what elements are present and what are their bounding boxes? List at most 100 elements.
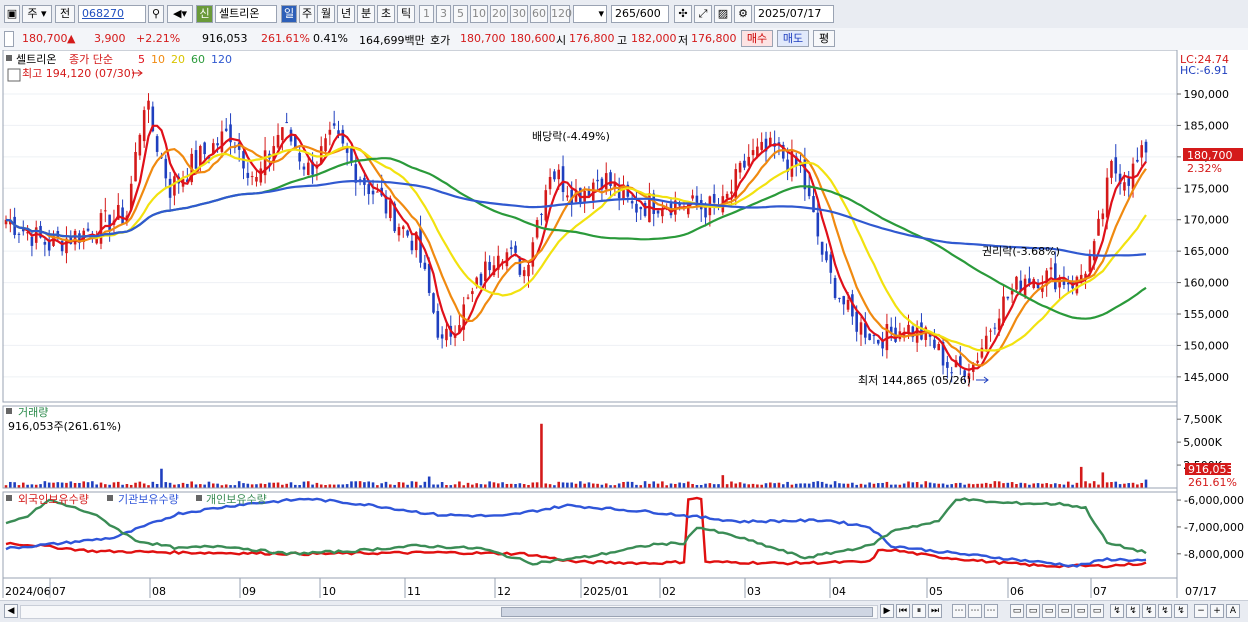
draw-icon[interactable]: ↯ bbox=[1142, 604, 1156, 618]
scroll-right-icon[interactable]: ▶ bbox=[880, 604, 894, 618]
count-20[interactable]: 20 bbox=[490, 5, 508, 23]
stock-chart[interactable]: 190,000185,000180,000175,000170,000165,0… bbox=[0, 50, 1248, 600]
scroll-track[interactable] bbox=[20, 605, 878, 619]
code-input[interactable]: 068270 bbox=[78, 5, 146, 23]
period-year[interactable]: 년 bbox=[337, 5, 355, 23]
calendar-icon[interactable] bbox=[7, 68, 21, 82]
draw-icon[interactable]: ↯ bbox=[1174, 604, 1188, 618]
price-tick-label: 160,000 bbox=[1184, 277, 1230, 290]
zoom-in-icon[interactable]: + bbox=[1210, 604, 1224, 618]
x-tick-label: 07 bbox=[52, 585, 66, 598]
volume-bar bbox=[557, 481, 561, 488]
draw-icon[interactable]: ↯ bbox=[1126, 604, 1140, 618]
window-icon[interactable]: ▭ bbox=[1074, 604, 1088, 618]
zoom-out-icon[interactable]: − bbox=[1194, 604, 1208, 618]
count-1[interactable]: 1 bbox=[419, 5, 434, 23]
window-icon[interactable]: ▭ bbox=[1026, 604, 1040, 618]
volume-bar bbox=[30, 484, 34, 488]
x-tick-label: 07/17 bbox=[1185, 585, 1217, 598]
scroll-thumb[interactable] bbox=[501, 607, 873, 617]
x-tick-label: 03 bbox=[747, 585, 761, 598]
volume-bar bbox=[246, 483, 250, 488]
period-minute[interactable]: 분 bbox=[357, 5, 375, 23]
view-count-field[interactable]: 265/600 bbox=[611, 5, 669, 23]
volume-bar bbox=[168, 482, 172, 488]
volume-bar bbox=[363, 482, 366, 488]
volume-bar bbox=[604, 483, 608, 488]
average-button[interactable]: 평 bbox=[813, 30, 835, 47]
legend-marker-icon bbox=[6, 55, 12, 61]
legend-ma20: 20 bbox=[171, 53, 185, 66]
volume-bar bbox=[99, 482, 103, 488]
count-30[interactable]: 30 bbox=[510, 5, 528, 23]
stock-name-field[interactable]: 셀트리온 bbox=[215, 5, 277, 23]
speaker-icon[interactable]: ◀▾ bbox=[167, 5, 193, 23]
layout-icon[interactable]: ▣ bbox=[4, 5, 20, 23]
zoom-icon[interactable]: ⤢ bbox=[694, 5, 712, 23]
volume-bar bbox=[894, 484, 897, 488]
date-field[interactable]: 2025/07/17 bbox=[754, 5, 834, 23]
pause-icon[interactable]: ⏸ bbox=[912, 604, 926, 618]
period-week[interactable]: 주 bbox=[299, 5, 315, 23]
ask-price: 180,700 bbox=[460, 32, 506, 45]
holdings-tick-label: -8,000,000 bbox=[1184, 548, 1244, 561]
font-size-icon[interactable]: A bbox=[1226, 604, 1240, 618]
volume-bar bbox=[786, 481, 789, 488]
tool-icon[interactable]: ⋯ bbox=[968, 604, 982, 618]
crosshair-icon[interactable]: ✣ bbox=[674, 5, 692, 23]
scroll-left-icon[interactable]: ◀ bbox=[4, 604, 18, 618]
volume-bar bbox=[432, 484, 435, 488]
count-120[interactable]: 120 bbox=[550, 5, 572, 23]
volume-bar bbox=[1010, 482, 1014, 488]
jump-end-icon[interactable]: ⏭ bbox=[928, 604, 942, 618]
period-tick[interactable]: 틱 bbox=[397, 5, 415, 23]
period-second[interactable]: 초 bbox=[377, 5, 395, 23]
volume-bar bbox=[717, 484, 720, 488]
volume-bar bbox=[976, 483, 979, 488]
period-month[interactable]: 월 bbox=[317, 5, 335, 23]
tool-icon[interactable]: ⋯ bbox=[952, 604, 966, 618]
x-tick-label: 04 bbox=[832, 585, 846, 598]
volume-bar bbox=[1079, 466, 1083, 488]
volume-bar bbox=[807, 483, 811, 488]
view-count: 265 bbox=[615, 7, 636, 20]
volume-bar bbox=[864, 484, 867, 488]
volume-bar bbox=[155, 483, 159, 488]
sell-button[interactable]: 매도 bbox=[777, 30, 809, 47]
tool-icon[interactable]: ⋯ bbox=[984, 604, 998, 618]
draw-icon[interactable]: ↯ bbox=[1158, 604, 1172, 618]
annotation-high: 최고 194,120 (07/30) bbox=[22, 67, 135, 80]
count-5[interactable]: 5 bbox=[453, 5, 468, 23]
volume-bar bbox=[933, 483, 936, 488]
volume-bar bbox=[626, 481, 630, 488]
count-3[interactable]: 3 bbox=[436, 5, 451, 23]
window-icon[interactable]: ▭ bbox=[1058, 604, 1072, 618]
volume-bar bbox=[194, 484, 198, 488]
count-dropdown[interactable]: ▾ bbox=[573, 5, 607, 23]
volume-bar bbox=[825, 483, 828, 488]
count-10[interactable]: 10 bbox=[470, 5, 488, 23]
image-icon[interactable]: ▨ bbox=[714, 5, 732, 23]
window-icon[interactable]: ▭ bbox=[1090, 604, 1104, 618]
price-tick-label: 185,000 bbox=[1184, 119, 1230, 132]
shin-button[interactable]: 신 bbox=[196, 5, 213, 23]
period-day[interactable]: 일 bbox=[281, 5, 297, 23]
volume-bar bbox=[652, 481, 656, 488]
volume-bar bbox=[95, 484, 98, 488]
window-icon[interactable]: ▭ bbox=[1042, 604, 1056, 618]
info-toggle-icon[interactable] bbox=[4, 31, 14, 47]
open-label: 시 bbox=[556, 34, 567, 47]
volume-bar bbox=[56, 482, 60, 488]
draw-icon[interactable]: ↯ bbox=[1110, 604, 1124, 618]
type-select[interactable]: 주 ▾ bbox=[22, 5, 52, 23]
search-icon[interactable]: ⚲ bbox=[148, 5, 164, 23]
gear-icon[interactable]: ⚙ bbox=[734, 5, 752, 23]
volume-bar bbox=[799, 483, 802, 488]
jump-start-icon[interactable]: ⏮ bbox=[896, 604, 910, 618]
count-60[interactable]: 60 bbox=[530, 5, 548, 23]
volume-bar bbox=[902, 483, 906, 488]
volume-bar bbox=[436, 484, 440, 488]
window-icon[interactable]: ▭ bbox=[1010, 604, 1024, 618]
buy-button[interactable]: 매수 bbox=[741, 30, 773, 47]
all-button[interactable]: 전 bbox=[55, 5, 75, 23]
